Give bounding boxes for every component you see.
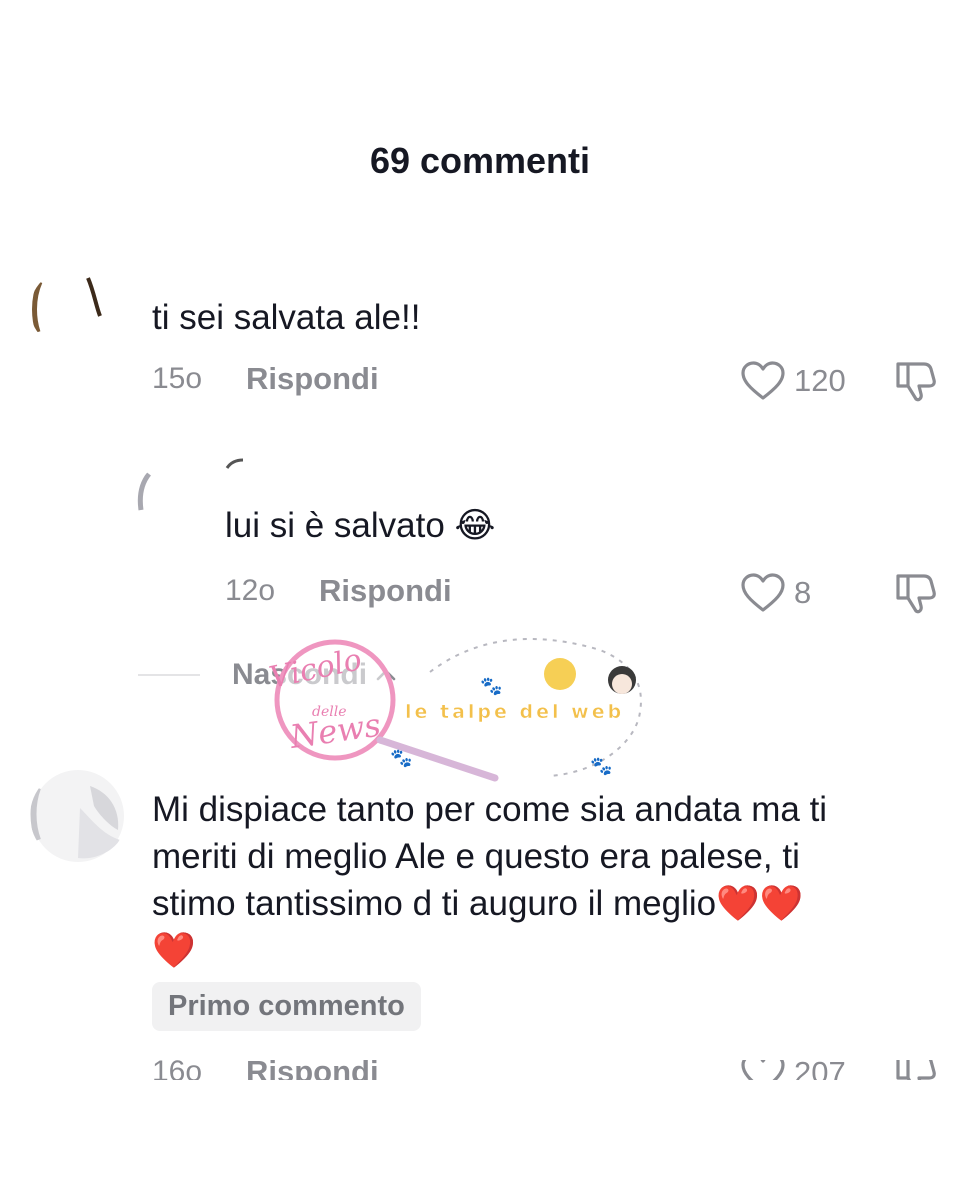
comment-line: Mi dispiace tanto per come sia andata ma…: [152, 790, 828, 829]
clipped-meta-row: 16o Rispondi 207: [0, 1060, 960, 1080]
avatar[interactable]: [135, 462, 213, 540]
dislike-icon[interactable]: [890, 1060, 938, 1080]
like-button[interactable]: 120: [740, 360, 846, 402]
dislike-icon[interactable]: [890, 360, 938, 404]
like-count: 207: [794, 1060, 846, 1080]
svg-text:🐾: 🐾: [590, 756, 612, 776]
svg-text:🐾: 🐾: [480, 676, 502, 696]
dislike-icon[interactable]: [890, 572, 938, 616]
svg-text:le talpe del web: le talpe del web: [405, 701, 624, 723]
avatar-fragment: [225, 458, 244, 469]
reply-button[interactable]: Rispondi: [246, 361, 379, 397]
comment-text: ti sei salvata ale!!: [152, 298, 421, 337]
like-button[interactable]: 8: [740, 572, 811, 614]
heart-icon: [741, 1060, 785, 1080]
comment-line: ❤️: [152, 931, 196, 970]
svg-text:🐾: 🐾: [390, 748, 412, 768]
heart-icon: [741, 573, 785, 612]
avatar-image: [137, 472, 152, 511]
reply-button[interactable]: Rispondi: [319, 573, 452, 609]
avatar-image: [30, 770, 124, 862]
comment-time: 16o: [152, 1060, 203, 1080]
comments-count-title: 69 commenti: [369, 140, 591, 181]
reply-button[interactable]: Rispondi: [246, 1060, 379, 1080]
watermark-logo: Vicolo delle News le talpe del web 🐾 🐾 🐾: [266, 638, 642, 782]
comment-time: 15o: [152, 362, 203, 395]
avatar-image: [32, 277, 102, 333]
like-button[interactable]: 207: [740, 1060, 846, 1080]
chevron-up-icon: [376, 669, 396, 681]
avatar[interactable]: [30, 768, 126, 864]
like-count: 8: [794, 575, 812, 610]
like-count: 120: [794, 363, 846, 398]
avatar[interactable]: [30, 270, 108, 348]
hide-replies-label: Nascondi: [232, 658, 368, 691]
hide-replies-button[interactable]: Nascondi: [232, 658, 397, 692]
first-comment-badge: Primo commento: [152, 982, 421, 1031]
svg-text:News: News: [287, 706, 383, 756]
comment-line: meriti di meglio Ale e questo era palese…: [152, 837, 800, 876]
comment-text: Mi dispiace tanto per come sia andata ma…: [152, 786, 827, 974]
comment-line: stimo tantissimo d ti auguro il meglio❤️…: [152, 884, 804, 923]
replies-divider: [138, 674, 200, 676]
reply-text: lui si è salvato 😂: [225, 506, 496, 545]
svg-text:delle: delle: [312, 704, 347, 720]
heart-icon: [741, 361, 785, 400]
reply-time: 12o: [225, 574, 276, 607]
